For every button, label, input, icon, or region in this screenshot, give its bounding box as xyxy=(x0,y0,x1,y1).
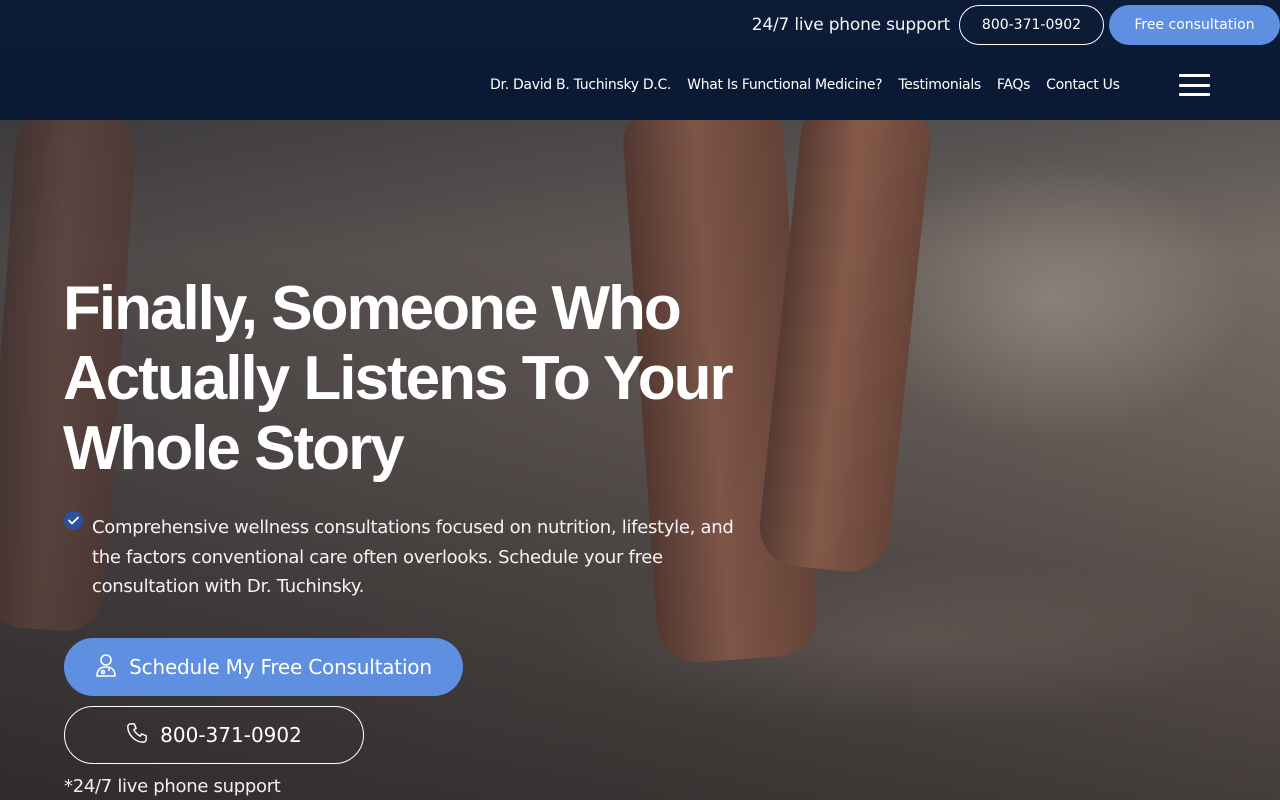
main-nav: Dr. David B. Tuchinsky D.C. What Is Func… xyxy=(0,50,1280,120)
topbar-phone-button[interactable]: 800-371-0902 xyxy=(959,5,1104,45)
top-utility-bar: 24/7 live phone support 800-371-0902 Fre… xyxy=(0,0,1280,50)
call-phone-label: 800-371-0902 xyxy=(160,723,302,747)
hero-headline: Finally, Someone Who Actually Listens To… xyxy=(63,274,734,483)
nav-links: Dr. David B. Tuchinsky D.C. What Is Func… xyxy=(490,50,1136,120)
check-circle-icon xyxy=(64,511,83,530)
call-phone-button[interactable]: 800-371-0902 xyxy=(64,706,364,764)
hero-description: Comprehensive wellness consultations foc… xyxy=(92,517,734,597)
nav-item-functional-medicine[interactable]: What Is Functional Medicine? xyxy=(687,77,882,93)
nav-item-dr-tuchinsky[interactable]: Dr. David B. Tuchinsky D.C. xyxy=(490,77,671,93)
doctor-icon xyxy=(95,653,117,682)
schedule-consultation-button[interactable]: Schedule My Free Consultation xyxy=(64,638,463,696)
support-footnote: *24/7 live phone support xyxy=(64,776,281,797)
nav-item-testimonials[interactable]: Testimonials xyxy=(898,77,981,93)
schedule-consultation-label: Schedule My Free Consultation xyxy=(129,655,432,679)
support-text: 24/7 live phone support xyxy=(751,15,950,35)
nav-item-faqs[interactable]: FAQs xyxy=(997,77,1031,93)
hamburger-icon[interactable] xyxy=(1179,74,1210,96)
nav-item-contact-us[interactable]: Contact Us xyxy=(1046,77,1120,93)
free-consultation-button[interactable]: Free consultation xyxy=(1109,5,1280,45)
phone-icon xyxy=(126,722,148,749)
